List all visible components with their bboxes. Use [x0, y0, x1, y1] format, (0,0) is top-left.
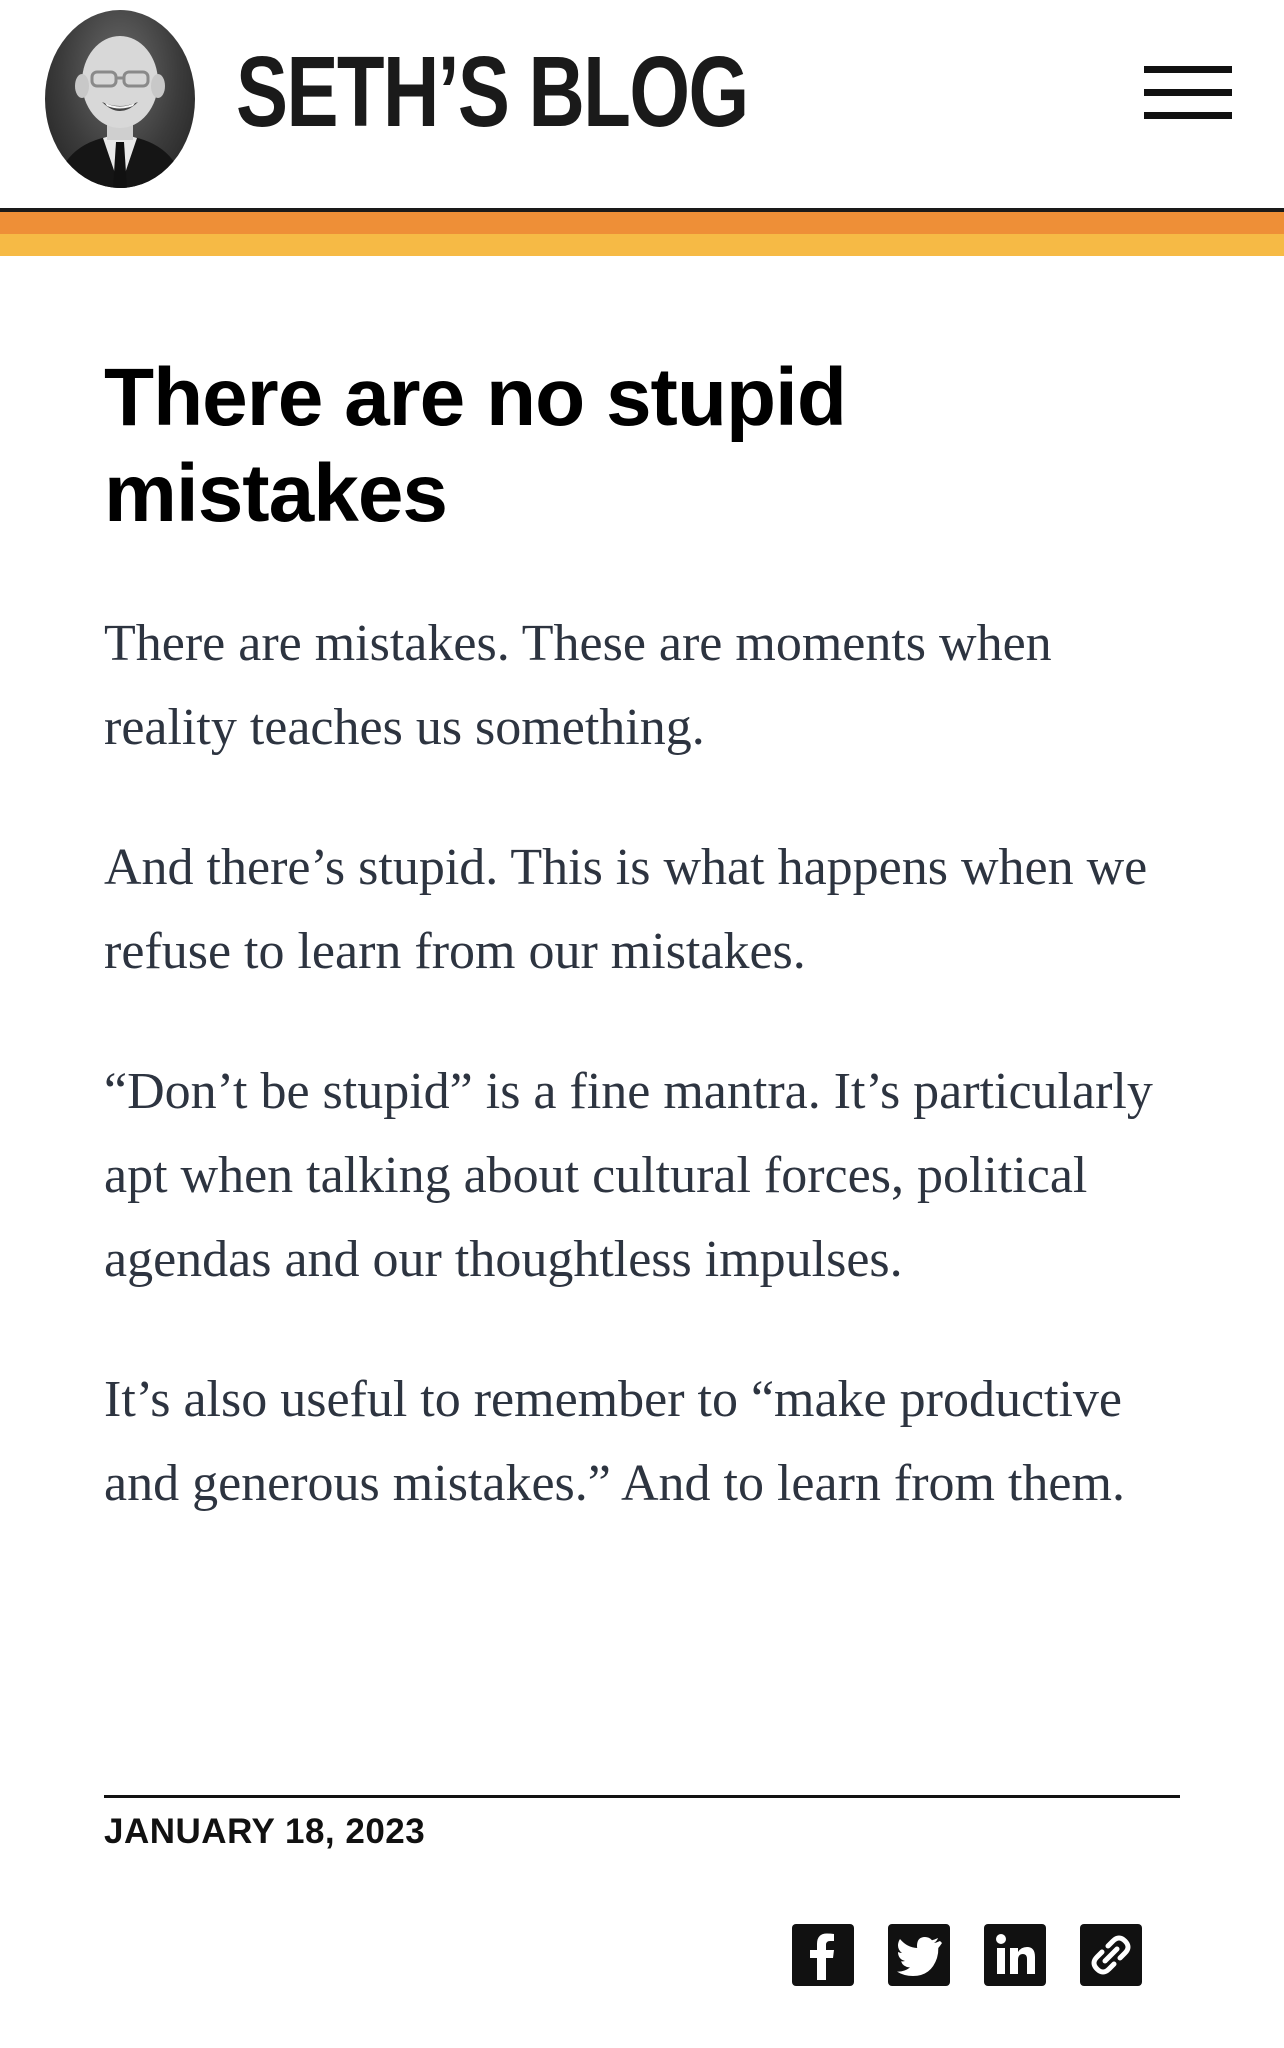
header-stripe — [0, 208, 1284, 256]
post-divider — [104, 1795, 1180, 1798]
menu-bar — [1144, 89, 1232, 96]
linkedin-share-button[interactable] — [984, 1924, 1046, 1986]
site-title[interactable]: SETH’S BLOG — [236, 32, 749, 152]
twitter-share-button[interactable] — [888, 1924, 950, 1986]
linkedin-icon — [996, 1934, 1035, 1974]
menu-bar — [1144, 66, 1232, 73]
menu-bar — [1144, 112, 1232, 119]
post-paragraph: It’s also useful to remember to “make pr… — [104, 1371, 1125, 1512]
stripe-orange-band — [0, 212, 1284, 234]
copy-link-icon — [1091, 1935, 1131, 1975]
post-title: There are no stupid mistakes — [104, 352, 847, 539]
twitter-icon — [897, 1937, 942, 1976]
post-article: There are no stupid mistakes There are m… — [104, 350, 1180, 1582]
author-portrait-icon — [55, 36, 185, 188]
author-avatar[interactable] — [45, 10, 195, 188]
post-body: There are mistakes. These are moments wh… — [104, 602, 1180, 1526]
stripe-yellow-band — [0, 234, 1284, 256]
facebook-icon — [810, 1933, 834, 1980]
post-paragraph: There are mistakes. These are moments wh… — [104, 615, 1052, 756]
site-header: SETH’S BLOG — [0, 0, 1284, 210]
post-paragraph: And there’s stupid. This is what happens… — [104, 839, 1148, 980]
copy-link-button[interactable] — [1080, 1924, 1142, 1986]
post-paragraph: “Don’t be stupid” is a fine mantra. It’s… — [104, 1063, 1153, 1288]
hamburger-menu-icon[interactable] — [1140, 62, 1236, 128]
facebook-share-button[interactable] — [792, 1924, 854, 1986]
post-date: JANUARY 18, 2023 — [104, 1812, 426, 1851]
